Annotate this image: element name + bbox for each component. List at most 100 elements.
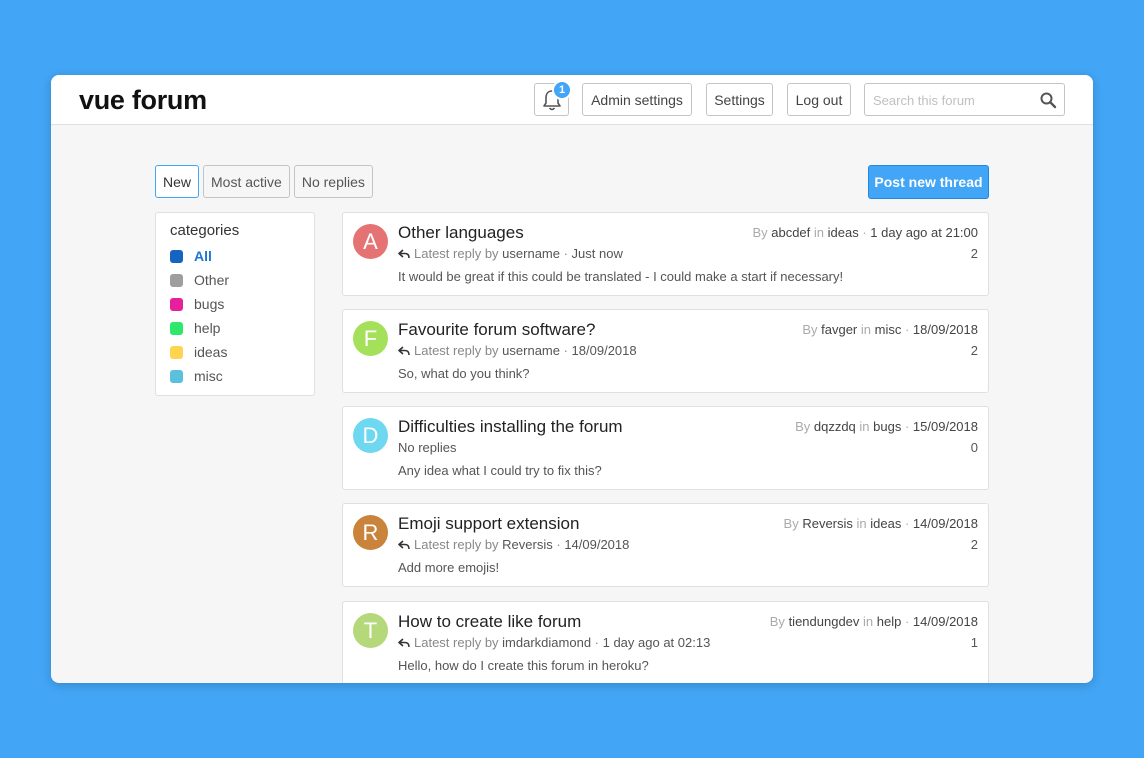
thread-meta: By favger in misc · 18/09/2018 [802, 322, 978, 337]
thread-category[interactable]: ideas [870, 516, 901, 531]
search-box [864, 83, 1065, 116]
reply-user[interactable]: username [502, 343, 560, 358]
thread-category[interactable]: misc [875, 322, 902, 337]
thread-title[interactable]: Favourite forum software? [398, 320, 595, 340]
no-replies-label: No replies [398, 440, 457, 455]
in-label: in [813, 225, 825, 240]
reply-user[interactable]: Reversis [502, 537, 553, 552]
reply-time: Just now [571, 246, 623, 261]
thread-latest-reply: Latest reply by username · 18/09/2018 [398, 343, 637, 358]
notification-badge: 1 [552, 80, 572, 100]
reply-prefix: Latest reply by [414, 246, 499, 261]
category-color-swatch [170, 273, 183, 287]
in-label: in [860, 322, 872, 337]
reply-user[interactable]: username [502, 246, 560, 261]
avatar: F [353, 321, 388, 356]
by-label: By [769, 614, 785, 629]
tab-no-replies[interactable]: No replies [293, 165, 373, 198]
thread-date: 18/09/2018 [912, 322, 978, 337]
reply-user[interactable]: imdarkdiamond [502, 635, 591, 650]
header: vue forum 1 Admin settings Settings Log … [51, 75, 1093, 125]
category-help[interactable]: help [170, 318, 220, 338]
category-bugs[interactable]: bugs [170, 294, 224, 314]
thread-author[interactable]: dqzzdq [814, 419, 856, 434]
notifications-button[interactable]: 1 [534, 80, 572, 116]
in-label: in [859, 419, 870, 434]
forum-window: vue forum 1 Admin settings Settings Log … [51, 75, 1093, 683]
category-label: misc [194, 368, 223, 384]
thread-author[interactable]: abcdef [771, 225, 810, 240]
reply-time: 14/09/2018 [564, 537, 630, 552]
reply-icon [398, 248, 410, 258]
category-color-swatch [170, 369, 183, 383]
reply-prefix: Latest reply by [414, 343, 499, 358]
avatar: T [353, 613, 388, 648]
avatar: R [353, 515, 388, 550]
thread-item[interactable]: A Other languages Latest reply by userna… [342, 212, 989, 296]
category-label: All [194, 248, 212, 264]
thread-category[interactable]: bugs [873, 419, 901, 434]
thread-date: 14/09/2018 [912, 614, 978, 629]
admin-settings-button[interactable]: Admin settings [582, 83, 692, 116]
thread-date: 15/09/2018 [912, 419, 978, 434]
tab-new[interactable]: New [155, 165, 200, 198]
thread-meta: By abcdef in ideas · 1 day ago at 21:00 [752, 225, 978, 240]
reply-prefix: Latest reply by [414, 635, 499, 650]
thread-item[interactable]: T How to create like forum Latest reply … [342, 601, 989, 683]
category-label: bugs [194, 296, 225, 312]
logout-button[interactable]: Log out [787, 83, 851, 116]
category-label: help [194, 320, 221, 336]
thread-no-replies: No replies [398, 440, 457, 455]
thread-meta: By Reversis in ideas · 14/09/2018 [783, 516, 978, 531]
tab-most-active[interactable]: Most active [203, 165, 290, 198]
reply-icon [398, 345, 410, 355]
post-new-thread-button[interactable]: Post new thread [868, 165, 989, 199]
thread-title[interactable]: Emoji support extension [398, 514, 579, 534]
thread-meta: By dqzzdq in bugs · 15/09/2018 [795, 419, 978, 434]
category-all[interactable]: All [170, 246, 212, 266]
reply-icon [398, 539, 410, 549]
avatar: A [353, 224, 388, 259]
categories-panel: categories All Other bugs help ideas mis… [155, 212, 315, 396]
reply-count: 1 [970, 635, 978, 650]
by-label: By [802, 322, 818, 337]
category-ideas[interactable]: ideas [170, 342, 227, 362]
thread-latest-reply: Latest reply by Reversis · 14/09/2018 [398, 537, 629, 552]
thread-title[interactable]: Other languages [398, 223, 524, 243]
thread-excerpt: Add more emojis! [398, 560, 500, 575]
thread-excerpt: So, what do you think? [398, 366, 530, 381]
thread-title[interactable]: How to create like forum [398, 612, 581, 632]
by-label: By [795, 419, 811, 434]
thread-author[interactable]: Reversis [802, 516, 853, 531]
reply-icon [398, 637, 410, 647]
reply-time: 1 day ago at 02:13 [602, 635, 711, 650]
thread-author[interactable]: tiendungdev [789, 614, 860, 629]
thread-item[interactable]: R Emoji support extension Latest reply b… [342, 503, 989, 587]
category-label: ideas [194, 344, 228, 360]
thread-meta: By tiendungdev in help · 14/09/2018 [769, 614, 978, 629]
search-icon[interactable] [1039, 91, 1057, 109]
thread-item[interactable]: F Favourite forum software? Latest reply… [342, 309, 989, 393]
category-color-swatch [170, 297, 183, 311]
by-label: By [752, 225, 768, 240]
thread-excerpt: Hello, how do I create this forum in her… [398, 658, 649, 673]
logo[interactable]: vue forum [79, 85, 207, 116]
thread-date: 1 day ago at 21:00 [870, 225, 978, 240]
reply-prefix: Latest reply by [414, 537, 499, 552]
thread-item[interactable]: D Difficulties installing the forum No r… [342, 406, 989, 490]
category-color-swatch [170, 345, 183, 359]
in-label: in [856, 516, 867, 531]
thread-date: 14/09/2018 [912, 516, 978, 531]
thread-filter-tabs: New Most active No replies [155, 165, 377, 198]
settings-button[interactable]: Settings [706, 83, 773, 116]
thread-title[interactable]: Difficulties installing the forum [398, 417, 623, 437]
search-input[interactable] [873, 91, 1033, 109]
thread-latest-reply: Latest reply by username · Just now [398, 246, 623, 261]
thread-category[interactable]: ideas [828, 225, 859, 240]
category-other[interactable]: Other [170, 270, 229, 290]
thread-excerpt: Any idea what I could try to fix this? [398, 463, 602, 478]
category-misc[interactable]: misc [170, 366, 223, 386]
thread-author[interactable]: favger [821, 322, 857, 337]
thread-category[interactable]: help [877, 614, 902, 629]
thread-excerpt: It would be great if this could be trans… [398, 269, 844, 284]
